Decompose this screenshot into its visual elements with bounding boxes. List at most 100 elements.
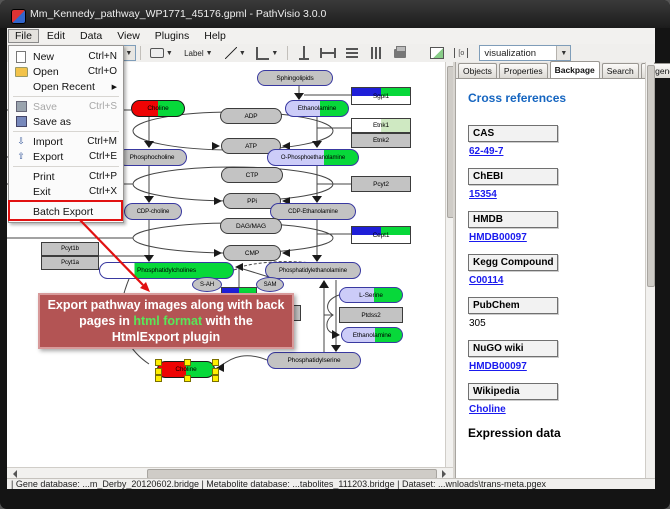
tab-properties[interactable]: Properties	[499, 63, 548, 78]
menu-file[interactable]: File	[8, 29, 39, 43]
selection-handle[interactable]	[184, 375, 191, 382]
xref-link[interactable]: HMDB00097	[469, 361, 645, 372]
tab-objects[interactable]: Objects	[458, 63, 497, 78]
pathway-node-pcyt1b[interactable]: Pcyt1b	[41, 242, 99, 256]
xref-link[interactable]: C00114	[469, 275, 645, 286]
pathway-node-sam[interactable]: SAM	[256, 277, 284, 292]
xref-section-kegg-compound: Kegg CompoundC00114	[468, 254, 645, 286]
menu-item-label: Export	[33, 151, 63, 163]
selection-handle[interactable]	[184, 359, 191, 366]
selection-handle[interactable]	[155, 375, 162, 382]
node-label: CMP	[245, 250, 259, 257]
file-menu-item-save-as[interactable]: Save as	[9, 114, 123, 129]
menu-separator	[13, 131, 119, 132]
gene-datanode-button[interactable]: ▼	[146, 44, 176, 62]
pathway-node-s-ah[interactable]: S-AH	[192, 277, 222, 292]
pathway-node-ethanolamine-top[interactable]: Ethanolamine	[285, 100, 349, 117]
file-menu-item-open[interactable]: OpenCtrl+O	[9, 64, 123, 79]
xref-header: NuGO wiki	[468, 340, 558, 357]
file-menu-item-import[interactable]: ⇩ImportCtrl+M	[9, 134, 123, 149]
menu-item-label: Import	[33, 136, 63, 148]
label-tool-icon: Label	[184, 49, 204, 58]
visualization-combobox[interactable]: visualization ▼	[479, 45, 571, 61]
menu-help[interactable]: Help	[197, 29, 233, 43]
pathway-node-o-phosphoethanolamine[interactable]: O-Phosphoethanolamine	[267, 149, 359, 166]
file-menu-item-open-recent[interactable]: Open Recent▶	[9, 79, 123, 94]
menu-view[interactable]: View	[110, 29, 147, 43]
scroll-left-icon[interactable]	[9, 470, 17, 478]
pathway-node-etnk2[interactable]: Etnk2	[351, 133, 411, 148]
pathway-node-cdp-ethanolamine[interactable]: CDP-Ethanolamine	[270, 203, 356, 220]
no-icon	[13, 81, 29, 93]
menu-edit[interactable]: Edit	[40, 29, 72, 43]
pathway-node-sgpl1[interactable]: Sgpl1	[351, 87, 411, 105]
chevron-down-icon: ▼	[271, 50, 278, 57]
pathway-node-pcyt1a[interactable]: Pcyt1a	[41, 256, 99, 270]
menu-plugins[interactable]: Plugins	[148, 29, 196, 43]
pathway-node-cdp-choline[interactable]: CDP-choline	[124, 203, 182, 220]
pathway-node-cmp[interactable]: CMP	[223, 245, 281, 261]
cross-references-heading: Cross references	[468, 91, 645, 105]
title-bar[interactable]: Mm_Kennedy_pathway_WP1771_45176.gpml - P…	[0, 0, 670, 28]
scroll-right-icon[interactable]	[442, 470, 450, 478]
node-label: CDP-choline	[137, 209, 170, 215]
pathway-node-l-serine[interactable]: L-Serine	[339, 287, 403, 303]
pathway-node-cept1[interactable]: Cept1	[351, 226, 411, 244]
node-label: CDP-Ethanolamine	[288, 209, 338, 215]
file-menu-item-new[interactable]: NewCtrl+N	[9, 49, 123, 64]
pathway-node-choline-selected[interactable]: Choline	[157, 361, 215, 378]
node-label: Phosphatidylcholines	[137, 267, 196, 274]
export-image-button[interactable]	[426, 44, 448, 62]
print-icon	[394, 49, 406, 58]
xref-link[interactable]: 15354	[469, 189, 645, 200]
label-tool-button[interactable]: Label▼	[178, 44, 218, 62]
selection-handle[interactable]	[155, 359, 162, 366]
xref-link[interactable]: 62-49-7	[469, 146, 645, 157]
pathway-node-choline-top[interactable]: Choline	[131, 100, 185, 117]
distribute-horizontal-button[interactable]	[341, 44, 363, 62]
chevron-down-icon[interactable]: ▼	[556, 46, 570, 60]
pathway-node-sphingolipids[interactable]: Sphingolipids	[257, 70, 333, 86]
node-label: DAG/MAG	[236, 223, 266, 230]
scrollbar-thumb[interactable]	[647, 65, 655, 287]
selection-handle[interactable]	[212, 359, 219, 366]
pathway-node-ctp[interactable]: CTP	[221, 167, 283, 183]
pathway-node-phosphocholine[interactable]: Phosphocholine	[117, 149, 187, 166]
distribute-vertical-button[interactable]	[365, 44, 387, 62]
xref-section-chebi: ChEBI15354	[468, 168, 645, 200]
print-button[interactable]	[389, 44, 411, 62]
connector-tool-button[interactable]: ▼	[252, 44, 282, 62]
file-menu-item-print[interactable]: PrintCtrl+P	[9, 169, 123, 184]
pathway-node-phosphatidylcholines[interactable]: Phosphatidylcholines	[99, 262, 234, 279]
file-menu-item-exit[interactable]: ExitCtrl+X	[9, 184, 123, 199]
pathway-node-adp[interactable]: ADP	[220, 108, 282, 124]
file-menu-item-export[interactable]: ⇧ExportCtrl+E	[9, 149, 123, 164]
selection-handle[interactable]	[212, 368, 219, 375]
tab-backpage[interactable]: Backpage	[550, 61, 600, 78]
tab-search[interactable]: Search	[602, 63, 639, 78]
text-format-button[interactable]: [o	[450, 44, 472, 62]
file-menu-item-batch-export[interactable]: Batch Export	[9, 204, 123, 219]
pathway-node-ptdss2[interactable]: Ptdss2	[339, 307, 403, 323]
xref-section-hmdb: HMDBHMDB00097	[468, 211, 645, 243]
line-tool-button[interactable]: ▼	[220, 44, 250, 62]
pathway-node-ethanolamine-bottom[interactable]: Ethanolamine	[341, 327, 403, 343]
menu-data[interactable]: Data	[73, 29, 109, 43]
panel-vertical-scrollbar[interactable]	[645, 62, 654, 478]
pathway-node-phosphatidylserine[interactable]: Phosphatidylserine	[267, 352, 361, 369]
node-label: Ethanolamine	[298, 105, 337, 112]
selection-handle[interactable]	[155, 368, 162, 375]
align-middle-button[interactable]	[317, 44, 339, 62]
file-menu-item-save[interactable]: SaveCtrl+S	[9, 99, 123, 114]
xref-link[interactable]: HMDB00097	[469, 232, 645, 243]
pathway-node-dag[interactable]: DAG/MAG	[220, 218, 282, 234]
selection-handle[interactable]	[212, 375, 219, 382]
pathway-node-etnk1[interactable]: Etnk1	[351, 118, 411, 133]
node-label: Sgpl1	[373, 93, 389, 100]
pathway-node-phosphatidylethanolamine[interactable]: Phosphatidylethanolamine	[265, 262, 361, 279]
pathway-node-pcyt2[interactable]: Pcyt2	[351, 176, 411, 192]
xref-link[interactable]: Choline	[469, 404, 645, 415]
menu-item-shortcut: Ctrl+E	[89, 151, 117, 162]
align-center-button[interactable]	[293, 44, 315, 62]
node-label: Choline	[175, 366, 196, 373]
